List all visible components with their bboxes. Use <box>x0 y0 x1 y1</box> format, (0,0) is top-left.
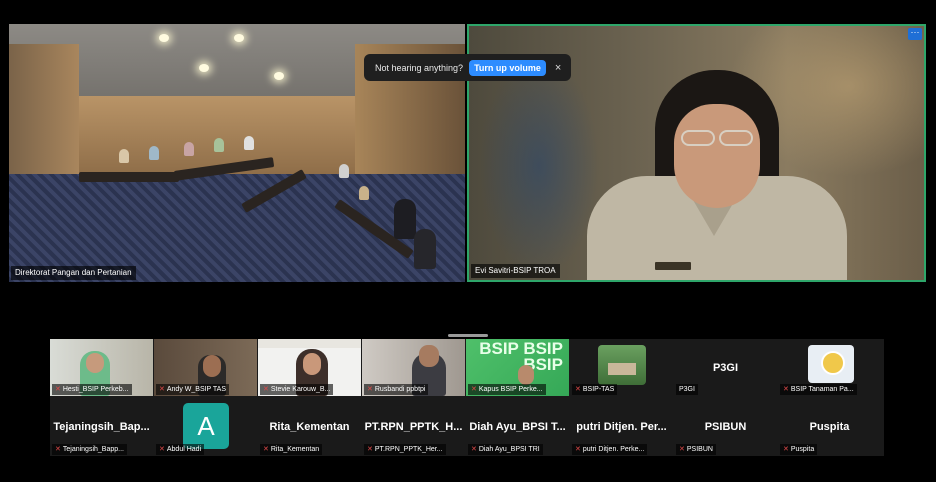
gallery-tile[interactable]: ✕ BSIP-TAS <box>570 339 673 396</box>
gallery-tile[interactable]: ✕ Rusbandi ppbtpi <box>362 339 465 396</box>
virtual-background-banner <box>258 339 361 348</box>
green-tile-text: BSIP BSIP BSIP <box>479 339 563 374</box>
turn-up-volume-button[interactable]: Turn up volume <box>469 59 546 76</box>
participant-face <box>419 345 439 367</box>
gallery-tile[interactable]: P3GI P3GI <box>674 339 777 396</box>
gallery-tile[interactable]: PT.RPN_PPTK_H... ✕ PT.RPN_PPTK_Her... <box>362 399 465 456</box>
avatar: A <box>183 403 229 449</box>
mic-muted-icon: ✕ <box>263 446 269 453</box>
attendee <box>119 149 129 163</box>
profile-picture <box>808 345 854 383</box>
participant-name-tag: ✕ Stevie Karouw_B... <box>260 384 334 395</box>
ceiling-light <box>159 34 169 42</box>
participant-name-tag: ✕ PT.RPN_PPTK_Her... <box>364 444 446 455</box>
gallery-tile[interactable]: PSIBUN ✕ PSIBUN <box>674 399 777 456</box>
gallery-tile[interactable]: Diah Ayu_BPSI T... ✕ Diah Ayu_BPSI TRI <box>466 399 569 456</box>
gallery-tile[interactable]: ✕ Stevie Karouw_B... <box>258 339 361 396</box>
attendee <box>414 229 436 269</box>
participant-name-tag: ✕ BSIP Tanaman Pa... <box>780 384 857 395</box>
attendee <box>214 138 224 152</box>
participant-face <box>203 355 221 377</box>
mic-muted-icon: ✕ <box>55 386 61 393</box>
gallery-tile[interactable]: ✕ Andy W_BSIP TAS <box>154 339 257 396</box>
gallery-tile[interactable]: BSIP BSIP BSIP ✕ Kapus BSIP Perke... <box>466 339 569 396</box>
mic-muted-icon: ✕ <box>263 386 269 393</box>
mic-muted-icon: ✕ <box>471 386 477 393</box>
gallery-tile[interactable]: ✕ BSIP Tanaman Pa... <box>778 339 881 396</box>
mic-muted-icon: ✕ <box>575 386 581 393</box>
gallery-tile[interactable]: Tejaningsih_Bap... ✕ Tejaningsih_Bapp... <box>50 399 153 456</box>
participant-display-name: Diah Ayu_BPSI T... <box>469 421 566 433</box>
participant-face <box>303 353 321 375</box>
gallery-strip: ✕ Hesti_BSIP Perkeb... ✕ Andy W_BSIP TAS ✕… <box>50 339 884 456</box>
participant-face <box>518 365 534 385</box>
mic-muted-icon: ✕ <box>55 446 61 453</box>
participant-name-tag: ✕ Kapus BSIP Perke... <box>468 384 546 395</box>
building-shape <box>608 363 636 375</box>
attendee <box>149 146 159 160</box>
gallery-tile[interactable]: Puspita ✕ Puspita <box>778 399 881 456</box>
mic-muted-icon: ✕ <box>367 446 373 453</box>
attendee <box>394 199 416 239</box>
mic-muted-icon: ✕ <box>367 386 373 393</box>
participant-name-tag: ✕ putri Ditjen. Perke... <box>572 444 648 455</box>
participant-name-tag: ✕ Hesti_BSIP Perkeb... <box>52 384 132 395</box>
attendee <box>339 164 349 178</box>
speaker-face <box>674 104 760 208</box>
mic-muted-icon: ✕ <box>159 386 165 393</box>
participant-name-tag: ✕ PSIBUN <box>676 444 716 455</box>
resize-handle[interactable] <box>448 334 488 337</box>
participant-name-tag: P3GI <box>676 384 698 395</box>
participant-name-tag: ✕ Abdul Hadi <box>156 444 205 455</box>
gallery-tile[interactable]: A ✕ Abdul Hadi <box>154 399 257 456</box>
participant-name-tag: Direktorat Pangan dan Pertanian <box>11 266 136 280</box>
participant-name-tag: ✕ BSIP-TAS <box>572 384 618 395</box>
participant-name-tag: ✕ Rita_Kementan <box>260 444 323 455</box>
participant-display-name: PT.RPN_PPTK_H... <box>364 421 463 433</box>
toast-message: Not hearing anything? <box>375 62 464 73</box>
participant-display-name: putri Ditjen. Per... <box>576 421 667 433</box>
participant-display-name: PSIBUN <box>704 421 747 433</box>
participant-display-name: P3GI <box>712 362 739 374</box>
speaker-glasses <box>677 130 757 148</box>
participant-name-tag: ✕ Puspita <box>780 444 818 455</box>
participant-display-name: Puspita <box>809 421 850 433</box>
participant-display-name: Rita_Kementan <box>269 421 350 433</box>
profile-picture <box>598 345 646 385</box>
attendee <box>244 136 254 150</box>
participant-name-tag: ✕ Rusbandi ppbtpi <box>364 384 429 395</box>
ceiling-light <box>274 72 284 80</box>
participant-name-tag: Evi Savitri-BSIP TROA <box>471 264 560 278</box>
participant-name-tag: ✕ Tejaningsih_Bapp... <box>52 444 127 455</box>
mic-muted-icon: ✕ <box>575 446 581 453</box>
participant-name-tag: ✕ Diah Ayu_BPSI TRI <box>468 444 543 455</box>
attendee <box>184 142 194 156</box>
room-table <box>79 172 179 182</box>
attendee <box>359 186 369 200</box>
audio-toast: Not hearing anything? Turn up volume × <box>364 54 571 81</box>
name-badge <box>655 262 691 270</box>
gallery-tile[interactable]: putri Ditjen. Per... ✕ putri Ditjen. Perk… <box>570 399 673 456</box>
more-options-button[interactable]: ··· <box>908 28 922 40</box>
close-icon[interactable]: × <box>555 62 561 74</box>
participant-face <box>86 353 104 373</box>
mic-muted-icon: ✕ <box>783 386 789 393</box>
ceiling-light <box>199 64 209 72</box>
participant-display-name: Tejaningsih_Bap... <box>53 421 150 433</box>
gallery-tile[interactable]: Rita_Kementan ✕ Rita_Kementan <box>258 399 361 456</box>
mic-muted-icon: ✕ <box>679 446 685 453</box>
ceiling-light <box>234 34 244 42</box>
mic-muted-icon: ✕ <box>783 446 789 453</box>
gallery-tile[interactable]: ✕ Hesti_BSIP Perkeb... <box>50 339 153 396</box>
mic-muted-icon: ✕ <box>159 446 165 453</box>
bsip-logo-icon <box>821 351 845 375</box>
participant-name-tag: ✕ Andy W_BSIP TAS <box>156 384 230 395</box>
mic-muted-icon: ✕ <box>471 446 477 453</box>
